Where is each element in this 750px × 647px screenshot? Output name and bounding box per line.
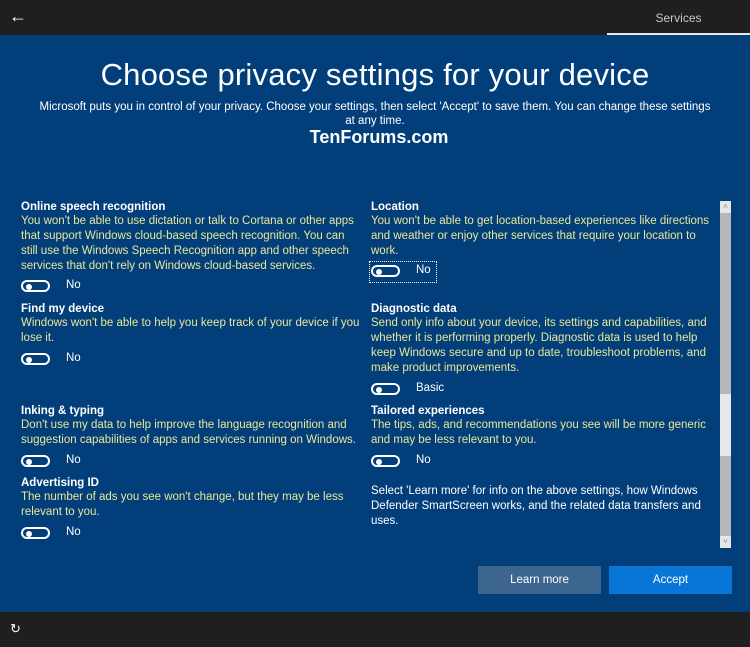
setting-tailored-experiences: Tailored experiences The tips, ads, and … [371,404,711,529]
toggle-state: No [66,526,81,538]
online-speech-toggle[interactable] [21,280,50,292]
accept-button[interactable]: Accept [609,566,732,594]
toggle-state: No [66,279,81,291]
scroll-down-icon[interactable]: ˅ [720,536,731,548]
toggle-state: No [416,264,431,276]
setting-description: You won't be able to get location-based … [371,215,710,257]
inking-typing-toggle[interactable] [21,455,50,467]
page-subtitle: Microsoft puts you in control of your pr… [39,101,711,127]
setting-description: You won't be able to use dictation or ta… [21,215,354,272]
setting-description: Send only info about your device, its se… [371,317,707,374]
scrollbar-thumb[interactable] [720,394,731,456]
toggle-knob [376,387,382,393]
setting-title: Location [371,201,419,213]
diagnostic-data-toggle[interactable] [371,383,400,395]
setting-inking-typing: Inking & typing Don't use my data to hel… [21,404,361,472]
toggle-knob [26,531,32,537]
page-title: Choose privacy settings for your device [100,57,650,92]
setting-find-my-device: Find my device Windows won't be able to … [21,302,361,370]
setting-title: Diagnostic data [371,303,457,315]
setting-title: Inking & typing [21,405,105,417]
toggle-knob [26,357,32,363]
tab-services[interactable]: Services [607,0,750,34]
setting-description: The number of ads you see won't change, … [21,491,344,518]
toggle-knob [376,269,382,275]
toggle-state: No [416,454,431,466]
advertising-id-toggle[interactable] [21,527,50,539]
scroll-up-icon[interactable]: ˄ [720,201,731,213]
toggle-state: No [66,352,81,364]
setting-description: Don't use my data to help improve the la… [21,419,356,446]
toggle-state: No [66,454,81,466]
toggle-state: Basic [416,382,445,394]
setting-online-speech: Online speech recognition You won't be a… [21,200,361,297]
learn-more-note: Select 'Learn more' for info on the abov… [371,485,701,527]
setting-advertising-id: Advertising ID The number of ads you see… [21,476,361,544]
ease-of-access-icon[interactable]: ↻ [10,622,24,636]
toggle-knob [26,284,32,290]
setting-description: Windows won't be able to help you keep t… [21,317,360,344]
setting-title: Online speech recognition [21,201,166,213]
watermark: TenForums.com [309,127,449,147]
tailored-experiences-toggle[interactable] [371,455,400,467]
footer-bar: ↻ [0,612,750,647]
learn-more-button[interactable]: Learn more [478,566,601,594]
toggle-knob [376,459,382,465]
setting-title: Advertising ID [21,477,99,489]
top-bar: ← Services [0,0,750,35]
setting-title: Find my device [21,303,105,315]
setting-location: Location You won't be able to get locati… [369,200,711,283]
toggle-knob [26,459,32,465]
setting-title: Tailored experiences [371,405,485,417]
setting-diagnostic-data: Diagnostic data Send only info about you… [371,302,711,400]
find-my-device-toggle[interactable] [21,353,50,365]
back-arrow-icon[interactable]: ← [9,7,27,25]
setting-description: The tips, ads, and recommendations you s… [371,419,706,446]
location-toggle[interactable] [371,265,400,277]
scrollbar[interactable]: ˄ ˅ [720,201,731,548]
